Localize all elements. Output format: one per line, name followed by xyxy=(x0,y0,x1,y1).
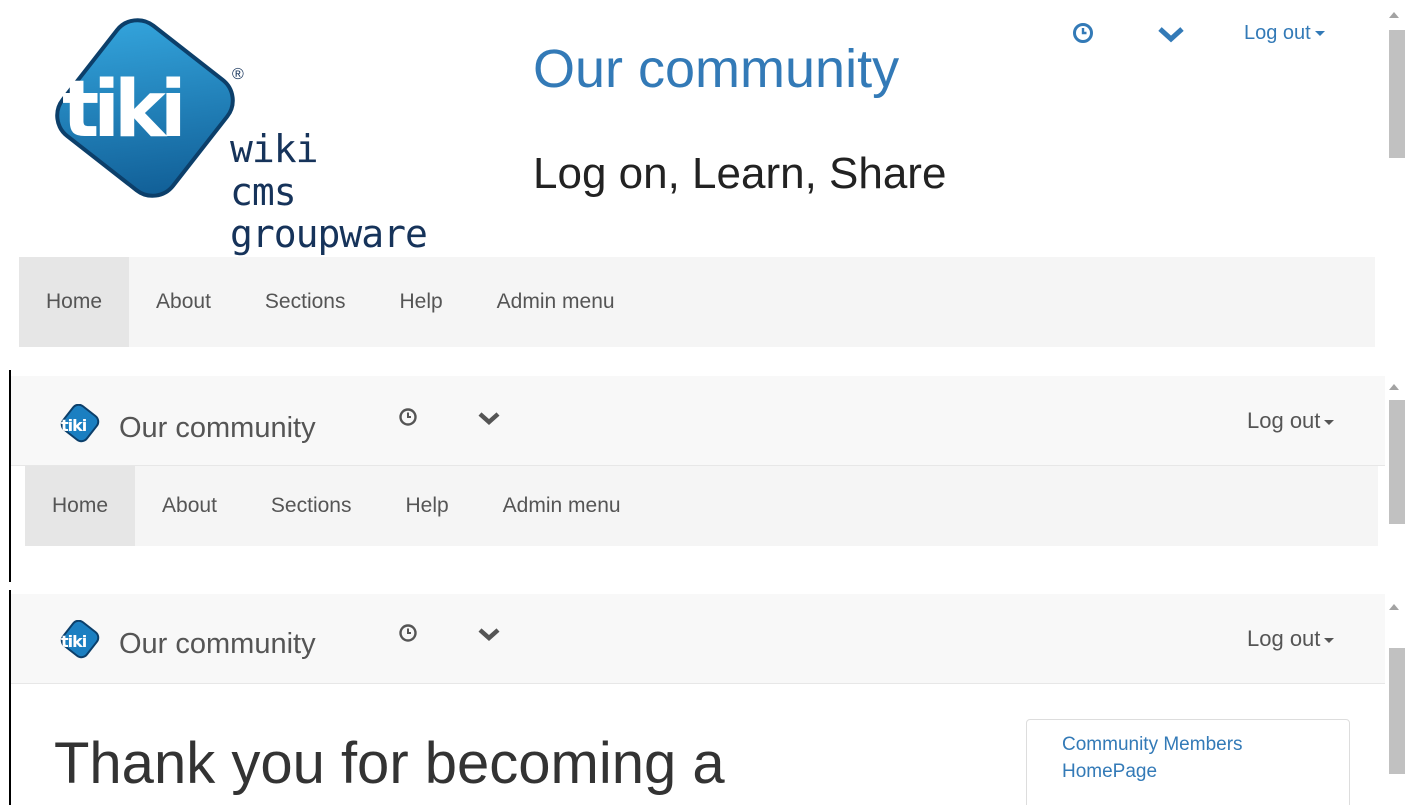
menu-item-help[interactable]: Help xyxy=(372,257,469,347)
logout-menu[interactable]: Log out xyxy=(1244,22,1325,45)
page-heading: Thank you for becoming a xyxy=(54,731,725,796)
logout-label: Log out xyxy=(1247,408,1321,433)
main-menu: Home About Sections Help Admin menu xyxy=(19,257,1375,347)
menu-item-home[interactable]: Home xyxy=(19,257,130,347)
logo-line-cms: cms xyxy=(230,170,297,214)
caret-down-icon xyxy=(1324,419,1335,425)
sticky-header-panel: tiki Our community Log out Home About Se… xyxy=(9,370,1385,582)
sidebar-link-community-members[interactable]: Community Members xyxy=(1062,732,1349,759)
logout-menu[interactable]: Log out xyxy=(1247,626,1335,652)
menu-item-admin[interactable]: Admin menu xyxy=(470,257,642,347)
caret-down-icon xyxy=(1314,31,1325,37)
fixed-navbar: tiki Our community Log out xyxy=(11,594,1385,684)
logo-line-groupware: groupware xyxy=(230,212,428,256)
menu-item-admin[interactable]: Admin menu xyxy=(476,466,648,546)
menu-item-about[interactable]: About xyxy=(135,466,244,546)
menu-item-sections[interactable]: Sections xyxy=(244,466,379,546)
clock-icon[interactable] xyxy=(1070,20,1096,46)
menu-item-help[interactable]: Help xyxy=(378,466,475,546)
small-tiki-logo-icon[interactable]: tiki xyxy=(57,403,105,451)
page-content-panel: tiki Our community Log out Thank you for… xyxy=(9,590,1385,805)
scrollbar-thumb[interactable] xyxy=(1389,30,1405,158)
logo-tiki-text: tiki xyxy=(62,65,181,155)
sidebar-module: Community Members HomePage xyxy=(1026,719,1350,805)
menu-item-about[interactable]: About xyxy=(129,257,238,347)
scroll-up-icon[interactable] xyxy=(1389,604,1399,610)
svg-text:tiki: tiki xyxy=(61,632,87,651)
scrollbar-3[interactable] xyxy=(1385,590,1405,805)
scrollbar-thumb[interactable] xyxy=(1389,400,1405,524)
site-title[interactable]: Our community xyxy=(533,39,899,99)
tiki-logo[interactable]: tiki ® wiki cms groupware xyxy=(40,18,490,258)
brand-label[interactable]: Our community xyxy=(119,412,316,445)
site-subtitle: Log on, Learn, Share xyxy=(533,149,947,198)
logout-menu[interactable]: Log out xyxy=(1247,408,1335,434)
full-header-panel: tiki ® wiki cms groupware Our community … xyxy=(0,0,1385,370)
scrollbar-thumb[interactable] xyxy=(1389,648,1405,774)
main-menu: Home About Sections Help Admin menu xyxy=(25,466,1378,546)
scroll-up-icon[interactable] xyxy=(1389,384,1399,390)
clock-icon[interactable] xyxy=(397,406,419,428)
tiki-logo-diamond-icon: tiki xyxy=(55,18,235,198)
scroll-up-icon[interactable] xyxy=(1389,12,1399,18)
scrollbar-2[interactable] xyxy=(1385,370,1405,582)
chevron-down-icon[interactable] xyxy=(476,626,502,644)
menu-item-sections[interactable]: Sections xyxy=(238,257,373,347)
logout-label: Log out xyxy=(1247,626,1321,651)
brand-label[interactable]: Our community xyxy=(119,628,316,661)
menu-item-home[interactable]: Home xyxy=(25,466,136,546)
logo-line-wiki: wiki xyxy=(230,127,319,171)
svg-text:tiki: tiki xyxy=(61,416,87,435)
clock-icon[interactable] xyxy=(397,622,419,644)
chevron-down-icon[interactable] xyxy=(476,410,502,428)
sidebar-link-homepage[interactable]: HomePage xyxy=(1062,759,1349,786)
registered-mark: ® xyxy=(232,66,244,83)
small-tiki-logo-icon[interactable]: tiki xyxy=(57,619,105,667)
chevron-down-icon[interactable] xyxy=(1156,24,1186,46)
logout-label: Log out xyxy=(1244,22,1311,44)
fixed-navbar: tiki Our community Log out xyxy=(11,376,1385,466)
caret-down-icon xyxy=(1324,637,1335,643)
scrollbar-1[interactable] xyxy=(1385,0,1405,370)
